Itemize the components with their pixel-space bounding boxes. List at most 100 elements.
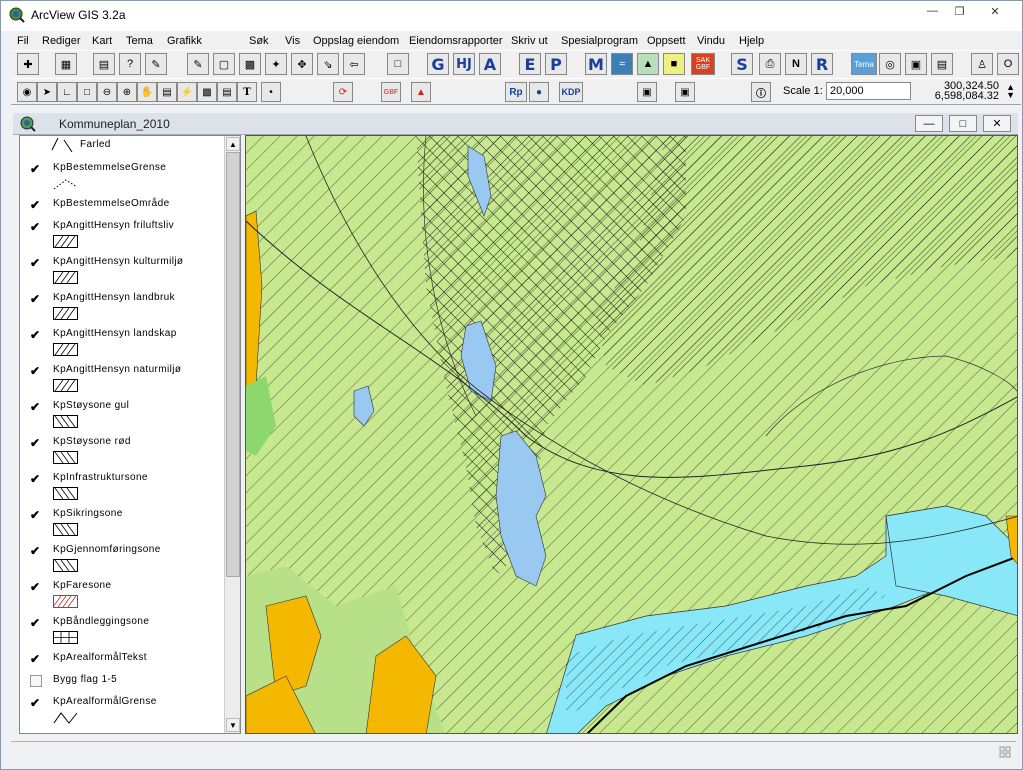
table-button[interactable]: ▤ — [93, 53, 115, 75]
tree-button[interactable]: ▲ — [637, 53, 659, 75]
menu-tema[interactable]: Tema — [126, 35, 153, 47]
letter-r-button[interactable]: R — [811, 53, 833, 75]
snapshot-tool[interactable]: ▣ — [675, 82, 695, 102]
zoom-out-tool[interactable]: ⊖ — [97, 82, 117, 102]
theme-item[interactable]: ✔ KpGjennomføringsone — [28, 543, 218, 579]
theme-visibility-checkbox[interactable]: ✔ — [30, 163, 42, 175]
layout-button[interactable]: □ — [387, 53, 409, 75]
draw-point-tool[interactable]: • — [261, 82, 281, 102]
menu-skriv-ut[interactable]: Skriv ut — [511, 35, 548, 47]
kdp-tool[interactable]: KDP — [559, 82, 583, 102]
theme-item[interactable]: ✔ KpAngittHensyn kulturmiljø — [28, 255, 218, 291]
letter-hj-button[interactable]: HJ — [453, 53, 475, 75]
exit-button[interactable]: ♙ — [971, 53, 993, 75]
theme-item[interactable]: ✔ KpBåndleggingsone — [28, 615, 218, 651]
restore-button[interactable]: ❐ — [946, 1, 973, 21]
identify-tool[interactable]: ◉ — [17, 82, 37, 102]
help-button[interactable]: ? — [119, 53, 141, 75]
previous-extent-button[interactable]: ⇦ — [343, 53, 365, 75]
frame-tool[interactable]: ▣ — [637, 82, 657, 102]
text-tool[interactable]: T — [237, 82, 257, 102]
theme-visibility-checkbox[interactable]: ✔ — [30, 199, 42, 211]
theme-item[interactable]: ✔ KpAngittHensyn friluftsliv — [28, 219, 218, 255]
theme-properties-button[interactable]: ▦ — [55, 53, 77, 75]
pointer-tool[interactable]: ➤ — [37, 82, 57, 102]
theme-item[interactable]: ✔ KpAngittHensyn landbruk — [28, 291, 218, 327]
label-tool[interactable]: ▤ — [217, 82, 237, 102]
letter-e-button[interactable]: E — [519, 53, 541, 75]
theme-visibility-checkbox[interactable]: ✔ — [30, 617, 42, 629]
zoom-selected-button[interactable]: ⇘ — [317, 53, 339, 75]
sak-gbf-button[interactable]: SAK GBF — [691, 53, 715, 75]
scale-input[interactable]: 20,000 — [826, 82, 911, 100]
select-features-button[interactable]: ▩ — [239, 53, 261, 75]
letter-n-button[interactable]: N — [785, 53, 807, 75]
theme-visibility-checkbox[interactable]: ✔ — [30, 697, 42, 709]
theme-visibility-checkbox[interactable]: ✔ — [30, 365, 42, 377]
pan-tool[interactable]: ✋ — [137, 82, 157, 102]
theme-visibility-checkbox[interactable]: ✔ — [30, 545, 42, 557]
edit-legend-button[interactable]: ✎ — [145, 53, 167, 75]
vertex-tool[interactable]: ∟ — [57, 82, 77, 102]
refresh-tool[interactable]: ⟳ — [333, 82, 353, 102]
menu-fil[interactable]: Fil — [17, 35, 29, 47]
theme-visibility-checkbox[interactable]: ✔ — [30, 581, 42, 593]
scroll-up-button[interactable]: ▲ — [226, 137, 240, 151]
theme-item[interactable]: ✔ KpSikringsone — [28, 507, 218, 543]
resize-grip-icon[interactable] — [998, 745, 1012, 759]
letter-p-button[interactable]: P — [545, 53, 567, 75]
edit-button[interactable]: ✎ — [187, 53, 209, 75]
theme-visibility-checkbox[interactable]: ✔ — [30, 473, 42, 485]
theme-visibility-checkbox[interactable]: ✔ — [30, 257, 42, 269]
menu-grafikk[interactable]: Grafikk — [167, 35, 202, 47]
theme-item[interactable]: ✔ KpBestemmelseGrense — [28, 161, 218, 197]
theme-item[interactable]: ✔ KpAngittHensyn landskap — [28, 327, 218, 363]
print-button[interactable]: ⎙ — [759, 53, 781, 75]
theme-visibility-checkbox[interactable]: ✔ — [30, 653, 42, 665]
hotlink-tool[interactable]: ⚡ — [177, 82, 197, 102]
menu-vis[interactable]: Vis — [285, 35, 300, 47]
theme-item[interactable]: ✔ KpStøysone rød — [28, 435, 218, 471]
letter-m-button[interactable]: M — [585, 53, 607, 75]
scroll-thumb[interactable] — [226, 152, 240, 577]
letter-s-button[interactable]: S — [731, 53, 753, 75]
menu-eiendomsrapporter[interactable]: Eiendomsrapporter — [409, 35, 503, 47]
rp-tool[interactable]: Rp — [505, 82, 527, 102]
menu-spesialprogram[interactable]: Spesialprogram — [561, 35, 638, 47]
water-button[interactable]: ≈ — [611, 53, 633, 75]
theme-item[interactable]: ✔ KpAngittHensyn naturmiljø — [28, 363, 218, 399]
area-of-interest-tool[interactable]: ▩ — [197, 82, 217, 102]
menu-vindu[interactable]: Vindu — [697, 35, 725, 47]
minimize-button[interactable]: — — [919, 1, 946, 21]
theme-visibility-checkbox[interactable]: ✔ — [30, 509, 42, 521]
table-of-contents[interactable]: ▲ ▼ Farled ✔ KpBestemmelseGrense ✔ KpBestemm… — [19, 135, 241, 734]
gbf-tool[interactable]: GBF — [381, 82, 401, 102]
tema-button[interactable]: Tema — [851, 53, 877, 75]
map-canvas[interactable] — [245, 135, 1018, 734]
area-button[interactable]: ■ — [663, 53, 685, 75]
toc-scrollbar[interactable]: ▲ ▼ — [224, 136, 240, 733]
zoom-full-button[interactable]: ✦ — [265, 53, 287, 75]
theme-item[interactable]: ✔ KpFaresone — [28, 579, 218, 615]
theme-visibility-checkbox[interactable]: ✔ — [30, 221, 42, 233]
theme-visibility-checkbox[interactable]: ✔ — [30, 437, 42, 449]
buffer-button[interactable]: ◎ — [879, 53, 901, 75]
close-button[interactable]: ✕ — [973, 1, 1017, 21]
theme-visibility-checkbox[interactable]: ✔ — [30, 293, 42, 305]
zoom-in-tool[interactable]: ⊕ — [117, 82, 137, 102]
zoom-extent-button[interactable]: ✥ — [291, 53, 313, 75]
menu-hjelp[interactable]: Hjelp — [739, 35, 764, 47]
view-close-button[interactable]: ✕ — [983, 115, 1011, 132]
letter-g-button[interactable]: G — [427, 53, 449, 75]
menu-kart[interactable]: Kart — [92, 35, 112, 47]
report-button[interactable]: ▤ — [931, 53, 953, 75]
theme-item[interactable]: ✔ KpStøysone gul — [28, 399, 218, 435]
letter-a-button[interactable]: A — [479, 53, 501, 75]
menu-rediger[interactable]: Rediger — [42, 35, 81, 47]
menu-oppsett[interactable]: Oppsett — [647, 35, 686, 47]
theme-visibility-checkbox[interactable] — [30, 675, 42, 687]
menu-oppslag-eiendom[interactable]: Oppslag eiendom — [313, 35, 399, 47]
erase-button[interactable]: ▢ — [213, 53, 235, 75]
select-rect-tool[interactable]: □ — [77, 82, 97, 102]
theme-item[interactable]: ✔ KpArealformålGrense — [28, 695, 218, 731]
